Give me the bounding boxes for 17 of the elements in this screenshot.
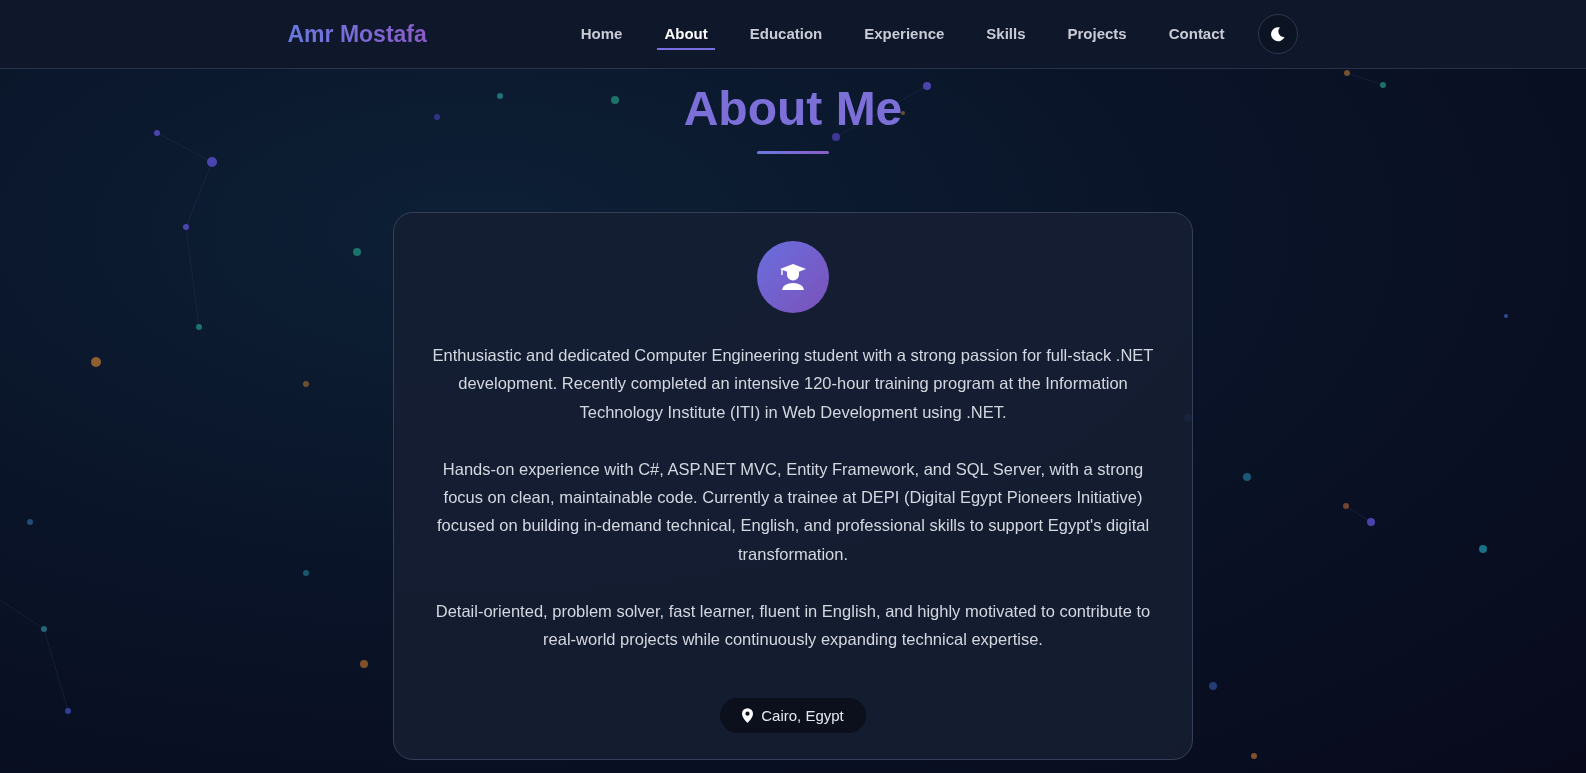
nav-link[interactable]: Skills bbox=[979, 18, 1033, 50]
nav-link[interactable]: Education bbox=[742, 18, 830, 50]
nav-link[interactable]: Contact bbox=[1161, 18, 1232, 50]
nav-link[interactable]: Projects bbox=[1060, 18, 1134, 50]
bio-paragraph: Enthusiastic and dedicated Computer Engineering student with a strong passion for full-stack .NET development. Recently completed an intensive 120-hour training program at the Information Technology Institute (ITI) in Web Development using .NET. bbox=[431, 345, 1155, 423]
map-pin-icon bbox=[742, 707, 754, 723]
location-text: Cairo, Egypt bbox=[761, 706, 844, 724]
theme-toggle-button[interactable] bbox=[1258, 14, 1299, 54]
nav-link[interactable]: Experience bbox=[857, 18, 952, 50]
bio-paragraph: Hands-on experience with C#, ASP.NET MVC, Entity Framework, and SQL Server, with a strong focus on clean, maintainable code. Currently a trainee at DEPI (Digital Egypt Pioneers Initiative) focused on building in-demand technical, English, and professional skills to support Egypt's digital transformation. bbox=[435, 458, 1151, 565]
section-title: About Me bbox=[683, 81, 903, 137]
nav-link[interactable]: About bbox=[657, 18, 715, 50]
graduate-icon bbox=[779, 263, 807, 291]
bio-paragraph: Detail-oriented, problem solver, fast learner, fluent in English, and highly motivated to contribute to real-world projects while continuously expanding technical expertise. bbox=[434, 601, 1152, 651]
nav-link[interactable]: Home bbox=[573, 18, 630, 50]
moon-icon bbox=[1270, 26, 1287, 42]
title-underline bbox=[757, 151, 829, 154]
